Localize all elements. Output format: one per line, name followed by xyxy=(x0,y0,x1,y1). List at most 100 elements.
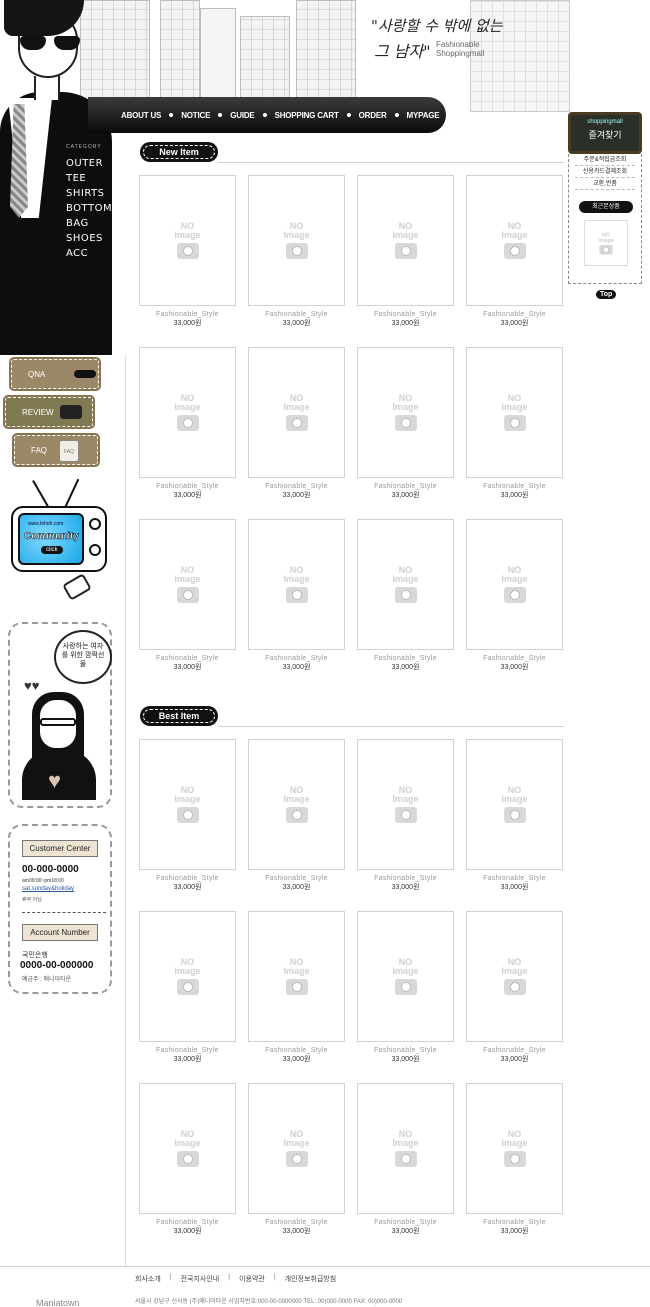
product-card[interactable]: NO Image Fashionable_Style 33,000원 xyxy=(466,519,563,673)
product-name[interactable]: Fashionable_Style xyxy=(248,1218,345,1227)
category-item-bottom[interactable]: BOTTOM xyxy=(66,201,112,216)
product-card[interactable]: NO Image Fashionable_Style 33,000원 xyxy=(139,911,236,1065)
product-name[interactable]: Fashionable_Style xyxy=(139,1046,236,1055)
product-card[interactable]: NO Image Fashionable_Style 33,000원 xyxy=(248,175,345,329)
category-item-acc[interactable]: ACC xyxy=(66,246,112,261)
product-name[interactable]: Fashionable_Style xyxy=(248,482,345,491)
product-image[interactable]: NO Image xyxy=(357,347,454,478)
product-name[interactable]: Fashionable_Style xyxy=(466,1218,563,1227)
product-name[interactable]: Fashionable_Style xyxy=(466,310,563,319)
product-image[interactable]: NO Image xyxy=(466,519,563,650)
product-card[interactable]: NO Image Fashionable_Style 33,000원 xyxy=(139,519,236,673)
product-card[interactable]: NO Image Fashionable_Style 33,000원 xyxy=(357,175,454,329)
product-card[interactable]: NO Image Fashionable_Style 33,000원 xyxy=(466,175,563,329)
nav-notice[interactable]: NOTICE xyxy=(181,111,210,120)
product-card[interactable]: NO Image Fashionable_Style 33,000원 xyxy=(139,1083,236,1237)
product-card[interactable]: NO Image Fashionable_Style 33,000원 xyxy=(357,519,454,673)
product-name[interactable]: Fashionable_Style xyxy=(466,482,563,491)
product-image[interactable]: NO Image xyxy=(139,347,236,478)
product-card[interactable]: NO Image Fashionable_Style 33,000원 xyxy=(248,347,345,501)
category-item-tee[interactable]: TEE xyxy=(66,171,112,186)
product-name[interactable]: Fashionable_Style xyxy=(248,310,345,319)
review-button[interactable]: REVIEW xyxy=(3,395,95,429)
product-name[interactable]: Fashionable_Style xyxy=(466,1046,563,1055)
footer-link-terms[interactable]: 이용약관 xyxy=(239,1274,265,1284)
community-banner[interactable]: www.tohoh.com Community click xyxy=(9,476,109,606)
product-card[interactable]: NO Image Fashionable_Style 33,000원 xyxy=(357,911,454,1065)
product-card[interactable]: NO Image Fashionable_Style 33,000원 xyxy=(357,739,454,893)
product-card[interactable]: NO Image Fashionable_Style 33,000원 xyxy=(248,911,345,1065)
product-card[interactable]: NO Image Fashionable_Style 33,000원 xyxy=(248,1083,345,1237)
product-name[interactable]: Fashionable_Style xyxy=(357,874,454,883)
product-image[interactable]: NO Image xyxy=(466,175,563,306)
product-image[interactable]: NO Image xyxy=(248,1083,345,1214)
product-card[interactable]: NO Image Fashionable_Style 33,000원 xyxy=(466,911,563,1065)
product-name[interactable]: Fashionable_Style xyxy=(139,1218,236,1227)
product-name[interactable]: Fashionable_Style xyxy=(248,654,345,663)
product-image[interactable]: NO Image xyxy=(357,911,454,1042)
product-image[interactable]: NO Image xyxy=(139,519,236,650)
qna-button[interactable]: QNA xyxy=(9,357,101,391)
product-name[interactable]: Fashionable_Style xyxy=(248,874,345,883)
scroll-top-button[interactable]: Top xyxy=(596,290,617,299)
product-card[interactable]: NO Image Fashionable_Style 33,000원 xyxy=(357,347,454,501)
product-name[interactable]: Fashionable_Style xyxy=(357,1046,454,1055)
footer-link-privacy[interactable]: 개인정보취급방침 xyxy=(285,1274,337,1284)
product-image[interactable]: NO Image xyxy=(248,519,345,650)
product-name[interactable]: Fashionable_Style xyxy=(139,874,236,883)
community-click-button[interactable]: click xyxy=(41,546,63,554)
product-image[interactable]: NO Image xyxy=(357,519,454,650)
gift-banner[interactable]: 사랑하는 여자를 위한 깜짝선물 ♥♥ ♥ xyxy=(8,622,112,808)
product-card[interactable]: NO Image Fashionable_Style 33,000원 xyxy=(248,739,345,893)
product-card[interactable]: NO Image Fashionable_Style 33,000원 xyxy=(248,519,345,673)
product-card[interactable]: NO Image Fashionable_Style 33,000원 xyxy=(357,1083,454,1237)
quick-card-payment-lookup[interactable]: 신용카드결제조회 xyxy=(575,166,635,178)
quick-menu-title[interactable]: 즐겨찾기 xyxy=(571,128,639,141)
nav-shopping-cart[interactable]: SHOPPING CART xyxy=(275,111,339,120)
footer-link-company[interactable]: 회사소개 xyxy=(135,1274,161,1284)
nav-order[interactable]: ORDER xyxy=(359,111,387,120)
nav-guide[interactable]: GUIDE xyxy=(230,111,255,120)
product-name[interactable]: Fashionable_Style xyxy=(139,482,236,491)
product-image[interactable]: NO Image xyxy=(139,1083,236,1214)
product-name[interactable]: Fashionable_Style xyxy=(357,1218,454,1227)
product-card[interactable]: NO Image Fashionable_Style 33,000원 xyxy=(466,739,563,893)
product-name[interactable]: Fashionable_Style xyxy=(357,482,454,491)
product-name[interactable]: Fashionable_Style xyxy=(248,1046,345,1055)
product-image[interactable]: NO Image xyxy=(248,347,345,478)
nav-about-us[interactable]: ABOUT US xyxy=(121,111,161,120)
category-item-bag[interactable]: BAG xyxy=(66,216,112,231)
category-item-outer[interactable]: OUTER xyxy=(66,156,112,171)
quick-exchange-return[interactable]: 교환,반품 xyxy=(575,178,635,190)
footer-link-branches[interactable]: 전국지사안내 xyxy=(181,1274,220,1284)
product-card[interactable]: NO Image Fashionable_Style 33,000원 xyxy=(139,175,236,329)
product-name[interactable]: Fashionable_Style xyxy=(357,654,454,663)
product-image[interactable]: NO Image xyxy=(139,175,236,306)
product-image[interactable]: NO Image xyxy=(357,1083,454,1214)
category-item-shirts[interactable]: SHIRTS xyxy=(66,186,112,201)
product-image[interactable]: NO Image xyxy=(466,911,563,1042)
nav-mypage[interactable]: MYPAGE xyxy=(407,111,440,120)
faq-button[interactable]: FAQ FAQ xyxy=(12,433,100,467)
product-image[interactable]: NO Image xyxy=(139,911,236,1042)
product-image[interactable]: NO Image xyxy=(357,175,454,306)
product-card[interactable]: NO Image Fashionable_Style 33,000원 xyxy=(466,347,563,501)
product-image[interactable]: NO Image xyxy=(357,739,454,870)
product-card[interactable]: NO Image Fashionable_Style 33,000원 xyxy=(466,1083,563,1237)
product-image[interactable]: NO Image xyxy=(466,347,563,478)
product-image[interactable]: NO Image xyxy=(466,739,563,870)
product-name[interactable]: Fashionable_Style xyxy=(466,654,563,663)
product-image[interactable]: NO Image xyxy=(248,739,345,870)
category-item-shoes[interactable]: SHOES xyxy=(66,231,112,246)
quick-order-lookup[interactable]: 주문&적립금조회 xyxy=(575,154,635,166)
recent-item-thumbnail[interactable]: NO Image xyxy=(584,220,628,266)
product-name[interactable]: Fashionable_Style xyxy=(357,310,454,319)
product-name[interactable]: Fashionable_Style xyxy=(139,654,236,663)
product-name[interactable]: Fashionable_Style xyxy=(139,310,236,319)
product-name[interactable]: Fashionable_Style xyxy=(466,874,563,883)
product-image[interactable]: NO Image xyxy=(466,1083,563,1214)
product-card[interactable]: NO Image Fashionable_Style 33,000원 xyxy=(139,347,236,501)
product-image[interactable]: NO Image xyxy=(248,175,345,306)
product-image[interactable]: NO Image xyxy=(248,911,345,1042)
product-image[interactable]: NO Image xyxy=(139,739,236,870)
